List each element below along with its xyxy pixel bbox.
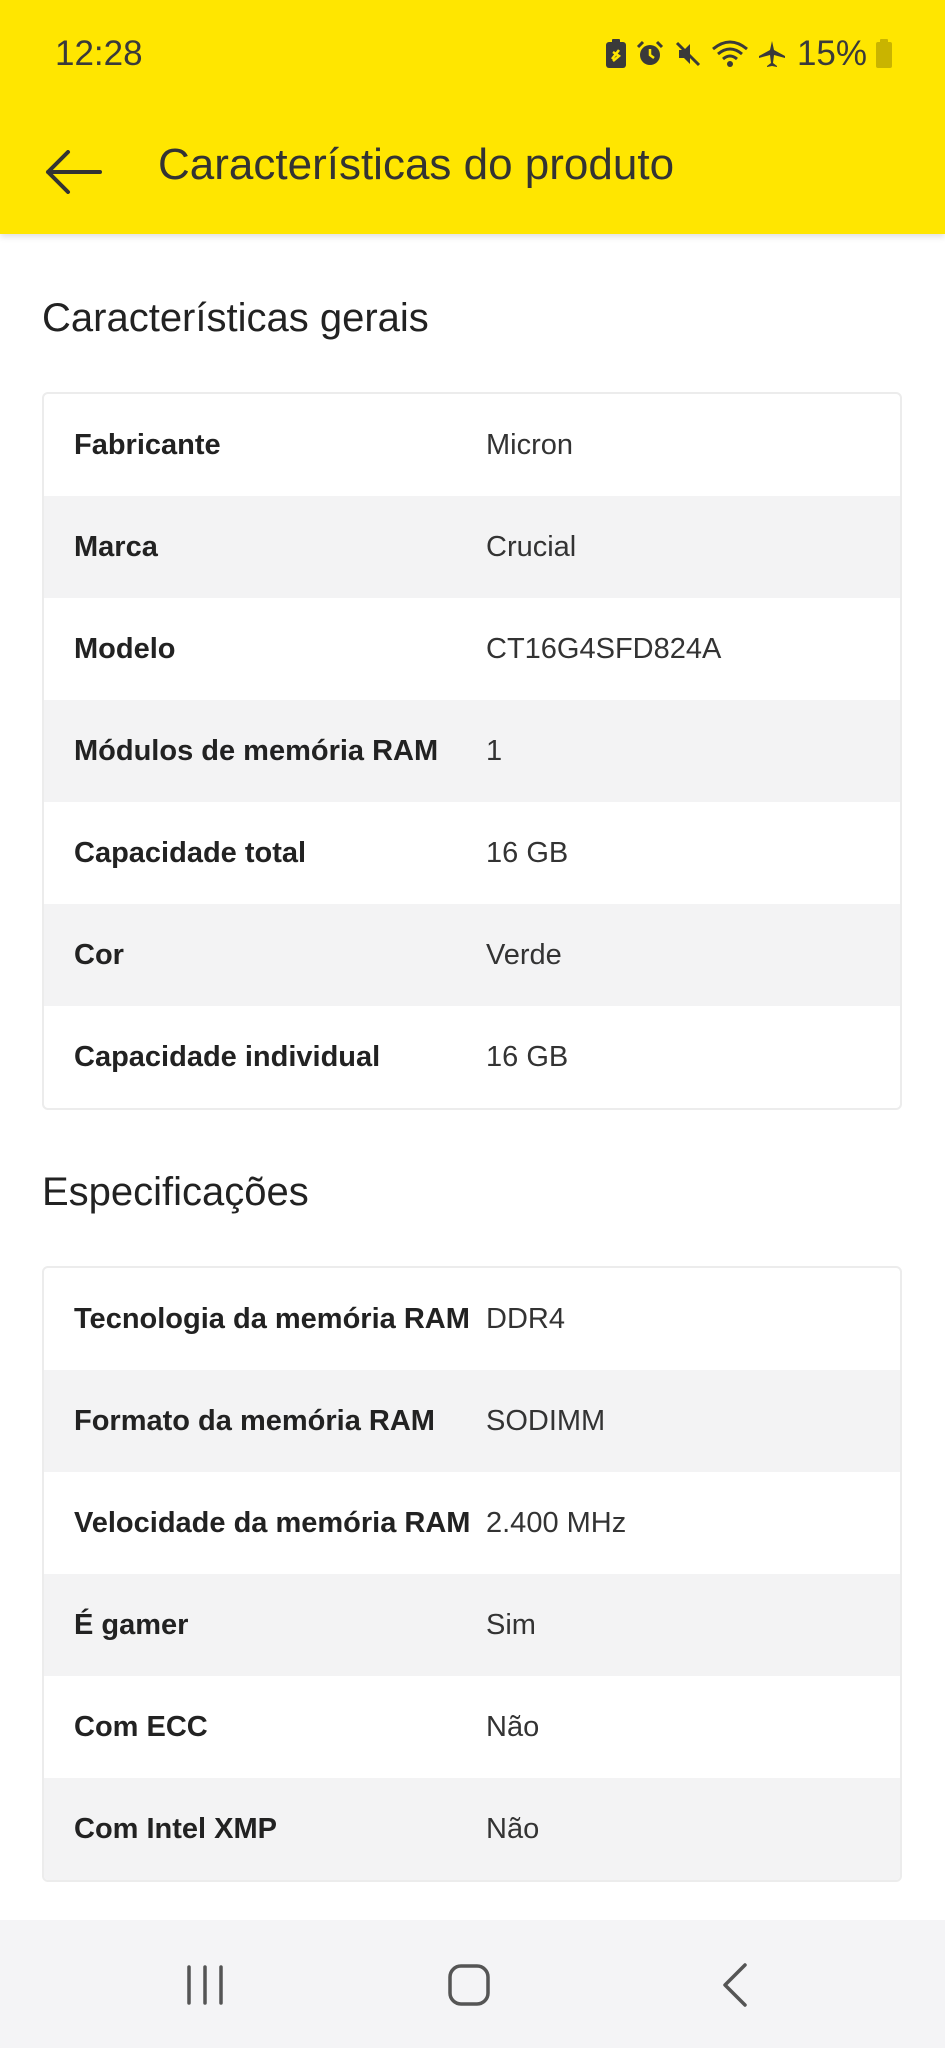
table-row: Módulos de memória RAM 1 [44, 700, 900, 802]
table-row: Capacidade individual 16 GB [44, 1006, 900, 1108]
airplane-icon [757, 39, 787, 69]
row-value: SODIMM [486, 1404, 606, 1437]
row-label: Capacidade individual [74, 1040, 381, 1073]
table-row: Tecnologia da memória RAM DDR4 [44, 1268, 900, 1370]
row-value: CT16G4SFD824A [486, 632, 722, 665]
row-label: Cor [74, 938, 124, 971]
recent-apps-button[interactable] [170, 1950, 240, 2020]
row-value: Verde [486, 938, 562, 971]
table-row: Formato da memória RAM SODIMM [44, 1370, 900, 1472]
alarm-icon [635, 39, 665, 69]
content: Características gerais Fabricante Micron… [0, 234, 945, 1920]
row-value: Não [486, 1710, 540, 1743]
row-value: 16 GB [486, 836, 569, 869]
system-nav-bar [0, 1920, 945, 2048]
row-value: Não [486, 1812, 540, 1845]
row-label: Com ECC [74, 1710, 208, 1743]
section-title-general: Características gerais [42, 296, 429, 340]
battery-saver-icon [605, 39, 627, 69]
row-label: Com Intel XMP [74, 1812, 278, 1845]
table-row: Cor Verde [44, 904, 900, 1006]
back-button[interactable] [34, 132, 114, 212]
row-label: Marca [74, 530, 158, 563]
table-row: Velocidade da memória RAM 2.400 MHz [44, 1472, 900, 1574]
table-row: Fabricante Micron [44, 394, 900, 496]
page-title: Características do produto [158, 140, 675, 189]
home-button[interactable] [434, 1950, 504, 2020]
home-icon [448, 1964, 490, 2006]
row-label: Módulos de memória RAM [74, 734, 439, 767]
row-value: DDR4 [486, 1302, 565, 1335]
row-label: É gamer [74, 1608, 189, 1641]
row-label: Capacidade total [74, 836, 307, 869]
app-bar: 12:28 15% Características do produto [0, 0, 945, 234]
status-icons: 15% [605, 32, 893, 76]
recent-apps-icon [187, 1965, 223, 2005]
row-value: 1 [486, 734, 503, 767]
general-specs-table: Fabricante Micron Marca Crucial Modelo C… [42, 392, 902, 1110]
row-label: Velocidade da memória RAM [74, 1506, 471, 1539]
row-value: 16 GB [486, 1040, 569, 1073]
status-time: 12:28 [55, 34, 143, 73]
table-row: Marca Crucial [44, 496, 900, 598]
back-icon [723, 1963, 747, 2007]
table-row: É gamer Sim [44, 1574, 900, 1676]
battery-icon [875, 39, 893, 69]
row-label: Modelo [74, 632, 176, 665]
row-label: Fabricante [74, 428, 221, 461]
table-row: Com ECC Não [44, 1676, 900, 1778]
wifi-icon [711, 39, 749, 69]
row-value: Micron [486, 428, 574, 461]
row-label: Tecnologia da memória RAM [74, 1302, 470, 1335]
specs-table: Tecnologia da memória RAM DDR4 Formato d… [42, 1266, 902, 1882]
status-bar: 12:28 15% [0, 0, 945, 110]
toolbar: Características do produto [0, 110, 945, 234]
row-label: Formato da memória RAM [74, 1404, 435, 1437]
table-row: Com Intel XMP Não [44, 1778, 900, 1880]
table-row: Modelo CT16G4SFD824A [44, 598, 900, 700]
arrow-left-icon [46, 150, 102, 194]
battery-percent: 15% [796, 34, 867, 73]
row-value: Crucial [486, 530, 577, 563]
row-value: Sim [486, 1608, 536, 1641]
section-title-specs: Especificações [42, 1170, 309, 1214]
row-value: 2.400 MHz [486, 1506, 627, 1539]
mute-icon [673, 39, 703, 69]
table-row: Capacidade total 16 GB [44, 802, 900, 904]
nav-back-button[interactable] [700, 1950, 770, 2020]
